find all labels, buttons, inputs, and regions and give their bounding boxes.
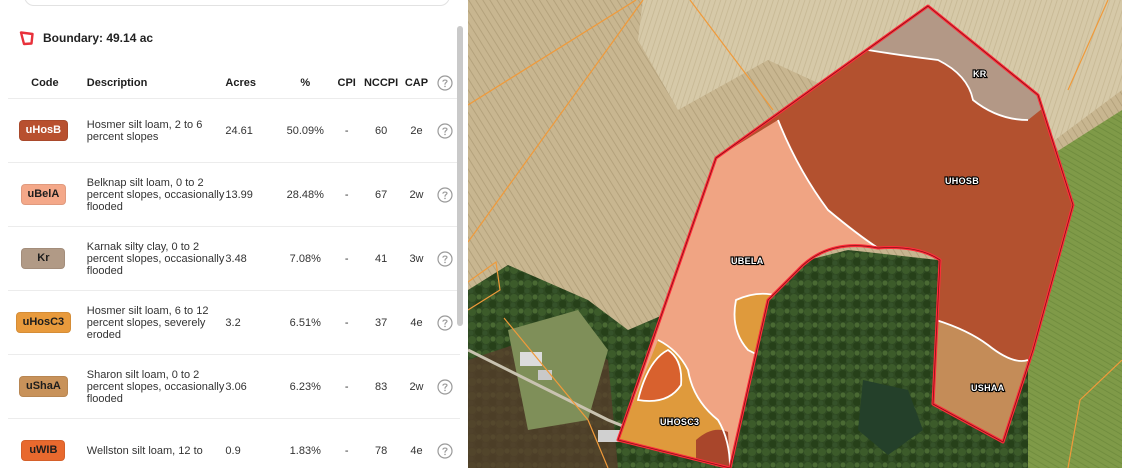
search-field-edge[interactable] — [24, 0, 450, 6]
table-header-row: Code Description Acres % CPI NCCPI CAP — [8, 68, 460, 99]
col-cpi[interactable]: CPI — [334, 68, 359, 99]
map-label-uhosc3: UHOSC3 — [660, 417, 699, 427]
soil-acres: 3.48 — [225, 226, 276, 291]
soil-code-badge: uBelA — [20, 184, 67, 205]
soil-panel: Boundary: 49.14 ac Code Description Acre… — [0, 0, 469, 468]
table-row[interactable]: Kr Karnak silty clay, 0 to 2 percent slo… — [8, 226, 460, 291]
soil-cap: 2w — [403, 162, 430, 227]
boundary-summary: Boundary: 49.14 ac — [19, 29, 153, 47]
soil-cap: 2e — [403, 98, 430, 163]
soil-description: Hosmer silt loam, 2 to 6 percent slopes — [86, 118, 203, 143]
question-circle-icon[interactable] — [437, 442, 453, 459]
soil-cap: 3w — [403, 226, 430, 291]
col-cap[interactable]: CAP — [403, 68, 430, 99]
soil-nccpi: 60 — [358, 98, 404, 163]
question-circle-icon[interactable] — [437, 314, 453, 331]
col-acres[interactable]: Acres — [225, 68, 276, 99]
table-row[interactable]: uWIB Wellston silt loam, 12 to 0.9 1.83%… — [8, 418, 460, 468]
building — [538, 370, 552, 380]
col-help[interactable] — [429, 68, 460, 99]
soil-code-badge: uHosB — [18, 120, 69, 141]
map-view[interactable]: KR UHOSB UBELA USHAA UHOSC3 — [468, 0, 1122, 468]
soil-cpi: - — [334, 226, 359, 291]
col-percent[interactable]: % — [275, 68, 335, 99]
building — [520, 352, 542, 366]
soil-description: Hosmer silt loam, 6 to 12 percent slopes… — [86, 304, 209, 341]
soil-cpi: - — [334, 354, 359, 419]
table-row[interactable]: uBelA Belknap silt loam, 0 to 2 percent … — [8, 162, 460, 227]
soil-percent: 6.23% — [275, 354, 335, 419]
map-label-ushaa: USHAA — [971, 383, 1005, 393]
question-circle-icon[interactable] — [437, 122, 453, 139]
soil-percent: 1.83% — [275, 418, 335, 468]
col-description[interactable]: Description — [78, 68, 226, 99]
satellite-map[interactable]: KR UHOSB UBELA USHAA UHOSC3 — [468, 0, 1122, 468]
soil-acres: 13.99 — [225, 162, 276, 227]
soil-cap: 4e — [403, 290, 430, 355]
col-nccpi[interactable]: NCCPI — [358, 68, 404, 99]
soil-cpi: - — [334, 418, 359, 468]
soil-cpi: - — [334, 98, 359, 163]
soil-code-badge: uWIB — [21, 440, 66, 461]
panel-scrollbar[interactable] — [457, 26, 463, 326]
question-circle-icon[interactable] — [437, 250, 453, 267]
soil-nccpi: 78 — [358, 418, 404, 468]
table-row[interactable]: uShaA Sharon silt loam, 0 to 2 percent s… — [8, 354, 460, 419]
soil-code-badge: uShaA — [18, 376, 68, 397]
soil-description: Sharon silt loam, 0 to 2 percent slopes,… — [86, 368, 225, 405]
map-label-kr: KR — [973, 69, 987, 79]
soil-nccpi: 83 — [358, 354, 404, 419]
boundary-polygon-icon — [19, 31, 34, 46]
soil-acres: 3.2 — [225, 290, 276, 355]
table-row[interactable]: uHosC3 Hosmer silt loam, 6 to 12 percent… — [8, 290, 460, 355]
map-label-ubela: UBELA — [731, 256, 764, 266]
soil-acres: 0.9 — [225, 418, 276, 468]
soil-nccpi: 67 — [358, 162, 404, 227]
question-circle-icon[interactable] — [437, 378, 453, 395]
soil-cpi: - — [334, 162, 359, 227]
boundary-label: Boundary: 49.14 ac — [43, 31, 154, 45]
soil-percent: 28.48% — [275, 162, 335, 227]
soil-acres: 3.06 — [225, 354, 276, 419]
soils-table: Code Description Acres % CPI NCCPI CAP u… — [8, 68, 460, 468]
col-code[interactable]: Code — [8, 68, 79, 99]
question-circle-icon[interactable] — [437, 75, 453, 91]
soil-percent: 7.08% — [275, 226, 335, 291]
soil-cap: 4e — [403, 418, 430, 468]
question-circle-icon[interactable] — [437, 186, 453, 203]
soil-cap: 2w — [403, 354, 430, 419]
map-label-uhosb: UHOSB — [945, 176, 979, 186]
soil-percent: 50.09% — [275, 98, 335, 163]
soil-nccpi: 41 — [358, 226, 404, 291]
soil-code-badge: uHosC3 — [15, 312, 72, 333]
soil-cpi: - — [334, 290, 359, 355]
soil-description: Belknap silt loam, 0 to 2 percent slopes… — [86, 176, 225, 213]
soil-code-badge: Kr — [21, 248, 66, 269]
soil-acres: 24.61 — [225, 98, 276, 163]
soil-description: Karnak silty clay, 0 to 2 percent slopes… — [86, 240, 225, 277]
soil-description: Wellston silt loam, 12 to — [86, 444, 203, 457]
soil-percent: 6.51% — [275, 290, 335, 355]
soil-nccpi: 37 — [358, 290, 404, 355]
table-row[interactable]: uHosB Hosmer silt loam, 2 to 6 percent s… — [8, 98, 460, 163]
